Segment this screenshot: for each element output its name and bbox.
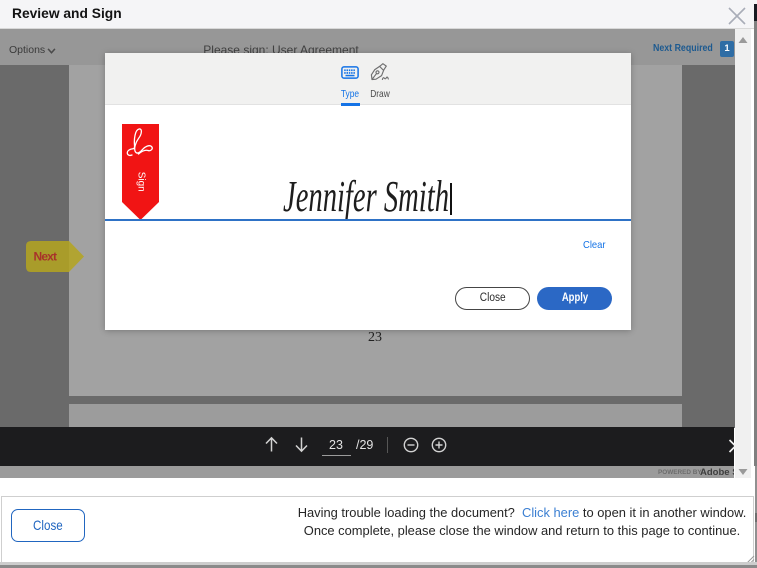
svg-text:Next: Next	[34, 250, 58, 264]
svg-text:Sign: Sign	[136, 172, 147, 192]
